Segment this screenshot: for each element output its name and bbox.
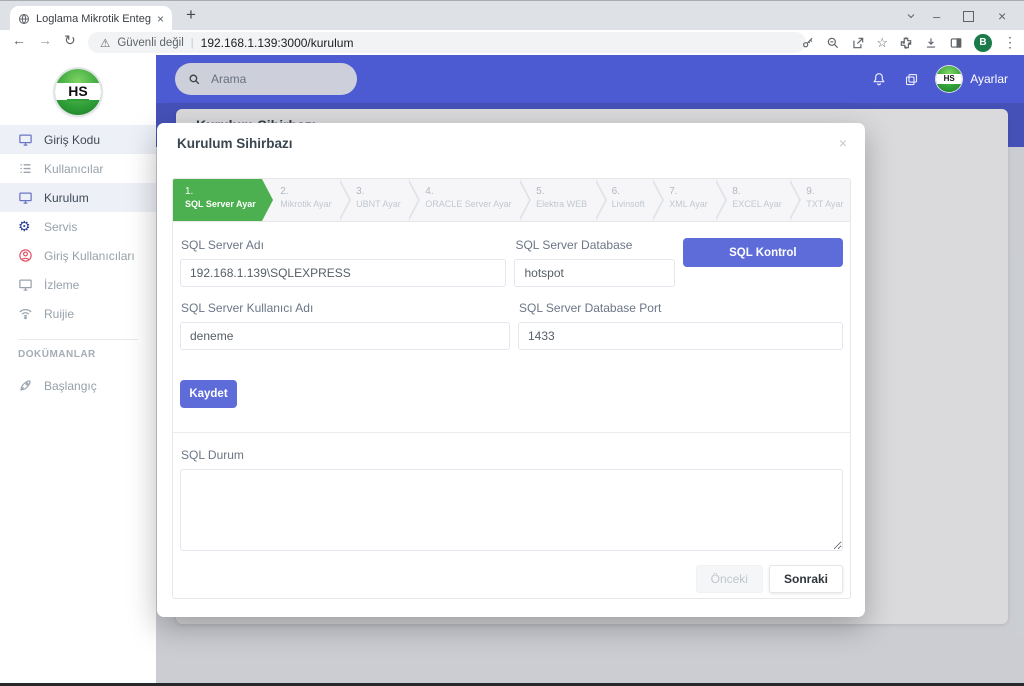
app-logo: HS xyxy=(55,69,101,115)
search-pill[interactable] xyxy=(175,63,357,95)
sidebar: HS Giriş Kodu Kullanıcılar xyxy=(0,55,156,683)
sidebar-item-label: Kullanıcılar xyxy=(44,162,103,176)
forward-button[interactable]: → xyxy=(38,32,52,48)
sidebar-item-giris-kullanicilari[interactable]: Giriş Kullanıcıları xyxy=(0,241,156,270)
download-icon[interactable] xyxy=(924,36,938,50)
port-label: SQL Server Database Port xyxy=(519,301,843,315)
database-input[interactable] xyxy=(514,259,674,287)
search-icon xyxy=(188,73,201,86)
user-circle-icon xyxy=(18,248,33,263)
back-button[interactable]: ← xyxy=(12,32,26,48)
sql-status-textarea[interactable] xyxy=(180,469,843,551)
username-label: SQL Server Kullanıcı Adı xyxy=(181,301,510,315)
tab-search-chevron-icon[interactable] xyxy=(905,4,917,28)
settings-label: Ayarlar xyxy=(970,72,1008,86)
screenshot-root: Loglama Mikrotik Entegrasyon Gi × + – × … xyxy=(0,0,1024,686)
previous-button[interactable]: Önceki xyxy=(696,565,763,593)
tab-title: Loglama Mikrotik Entegrasyon Gi xyxy=(36,13,151,25)
app-topbar: HS Ayarlar xyxy=(156,55,1024,103)
save-button[interactable]: Kaydet xyxy=(180,380,237,408)
step-sql-server[interactable]: 1. SQL Server Ayar xyxy=(173,179,262,221)
browser-tab[interactable]: Loglama Mikrotik Entegrasyon Gi × xyxy=(10,6,172,31)
sidebar-section-header: DOKÜMANLAR xyxy=(0,349,156,360)
address-bar[interactable]: ⚠ Güvenli değil | 192.168.1.139:3000/kur… xyxy=(88,32,806,53)
search-input[interactable] xyxy=(209,71,323,87)
window-minimize-button[interactable]: – xyxy=(933,4,940,28)
side-panel-icon[interactable] xyxy=(949,36,963,50)
step-oracle[interactable]: 4. ORACLE Server Ayar xyxy=(407,179,518,221)
sidebar-item-giris-kodu[interactable]: Giriş Kodu xyxy=(0,125,156,154)
sidebar-item-baslangic[interactable]: Başlangıç xyxy=(0,371,156,400)
database-label: SQL Server Database xyxy=(515,238,674,252)
server-name-label: SQL Server Adı xyxy=(181,238,506,252)
extensions-puzzle-icon[interactable] xyxy=(899,36,913,50)
gear-icon: ⚙ xyxy=(18,219,33,234)
share-icon[interactable] xyxy=(851,36,865,50)
sidebar-item-kullanicilar[interactable]: Kullanıcılar xyxy=(0,154,156,183)
sql-status-label: SQL Durum xyxy=(181,448,843,462)
monitor-icon xyxy=(18,277,33,292)
sidebar-item-ruijie[interactable]: Ruijie xyxy=(0,299,156,328)
browser-profile-avatar[interactable]: B xyxy=(974,34,992,52)
window-maximize-button[interactable] xyxy=(963,4,974,28)
wizard-panel: 1. SQL Server Ayar 2. Mikrotik Ayar 3. U… xyxy=(172,178,851,599)
user-menu[interactable]: HS Ayarlar xyxy=(936,66,1008,92)
user-avatar: HS xyxy=(936,66,962,92)
wifi-icon xyxy=(18,306,33,321)
security-label: Güvenli değil xyxy=(117,37,183,49)
bell-icon[interactable] xyxy=(871,71,887,87)
list-icon xyxy=(18,161,33,176)
sidebar-item-servis[interactable]: ⚙ Servis xyxy=(0,212,156,241)
sidebar-item-label: Servis xyxy=(44,220,77,234)
sidebar-item-label: İzleme xyxy=(44,278,79,292)
sidebar-item-label: Giriş Kullanıcıları xyxy=(44,249,135,263)
next-button[interactable]: Sonraki xyxy=(769,565,843,593)
wizard-body: SQL Server Adı SQL Server Database SQL K… xyxy=(173,222,850,598)
sidebar-item-kurulum[interactable]: Kurulum xyxy=(0,183,156,212)
browser-tab-strip: Loglama Mikrotik Entegrasyon Gi × + – × xyxy=(0,0,1024,31)
sidebar-divider xyxy=(18,339,138,340)
section-divider xyxy=(173,432,850,433)
browser-toolbar: ← → ↻ ⚠ Güvenli değil | 192.168.1.139:30… xyxy=(0,30,1024,56)
monitor-icon xyxy=(18,132,33,147)
setup-wizard-dialog: Kurulum Sihirbazı × 1. SQL Server Ayar 2… xyxy=(157,123,865,617)
tab-close-icon[interactable]: × xyxy=(157,13,164,25)
globe-icon xyxy=(18,13,30,25)
monitor-icon xyxy=(18,190,33,205)
zoom-icon[interactable] xyxy=(826,36,840,50)
close-icon[interactable]: × xyxy=(839,136,847,150)
sidebar-item-label: Ruijie xyxy=(44,307,74,321)
sidebar-item-izleme[interactable]: İzleme xyxy=(0,270,156,299)
url-divider: | xyxy=(191,37,194,49)
wizard-steps: 1. SQL Server Ayar 2. Mikrotik Ayar 3. U… xyxy=(173,179,850,222)
warning-icon: ⚠ xyxy=(100,36,110,50)
sidebar-item-label: Kurulum xyxy=(44,191,89,205)
window-close-button[interactable]: × xyxy=(998,4,1006,28)
username-input[interactable] xyxy=(180,322,510,350)
sql-check-button[interactable]: SQL Kontrol xyxy=(683,238,843,267)
sidebar-item-label: Giriş Kodu xyxy=(44,133,100,147)
bookmark-star-icon[interactable]: ☆ xyxy=(876,35,888,51)
port-input[interactable] xyxy=(518,322,843,350)
dialog-title: Kurulum Sihirbazı xyxy=(157,123,865,151)
key-icon[interactable] xyxy=(801,36,815,50)
url-text: 192.168.1.139:3000/kurulum xyxy=(201,36,354,50)
step-mikrotik[interactable]: 2. Mikrotik Ayar xyxy=(262,179,338,221)
sidebar-item-label: Başlangıç xyxy=(44,379,97,393)
rocket-icon xyxy=(18,378,33,393)
layers-icon[interactable] xyxy=(904,72,919,87)
kebab-menu-icon[interactable]: ⋮ xyxy=(1003,34,1017,51)
app-logo-text: HS xyxy=(67,83,88,101)
server-name-input[interactable] xyxy=(180,259,506,287)
reload-button[interactable]: ↻ xyxy=(64,32,76,49)
new-tab-button[interactable]: + xyxy=(186,5,196,25)
